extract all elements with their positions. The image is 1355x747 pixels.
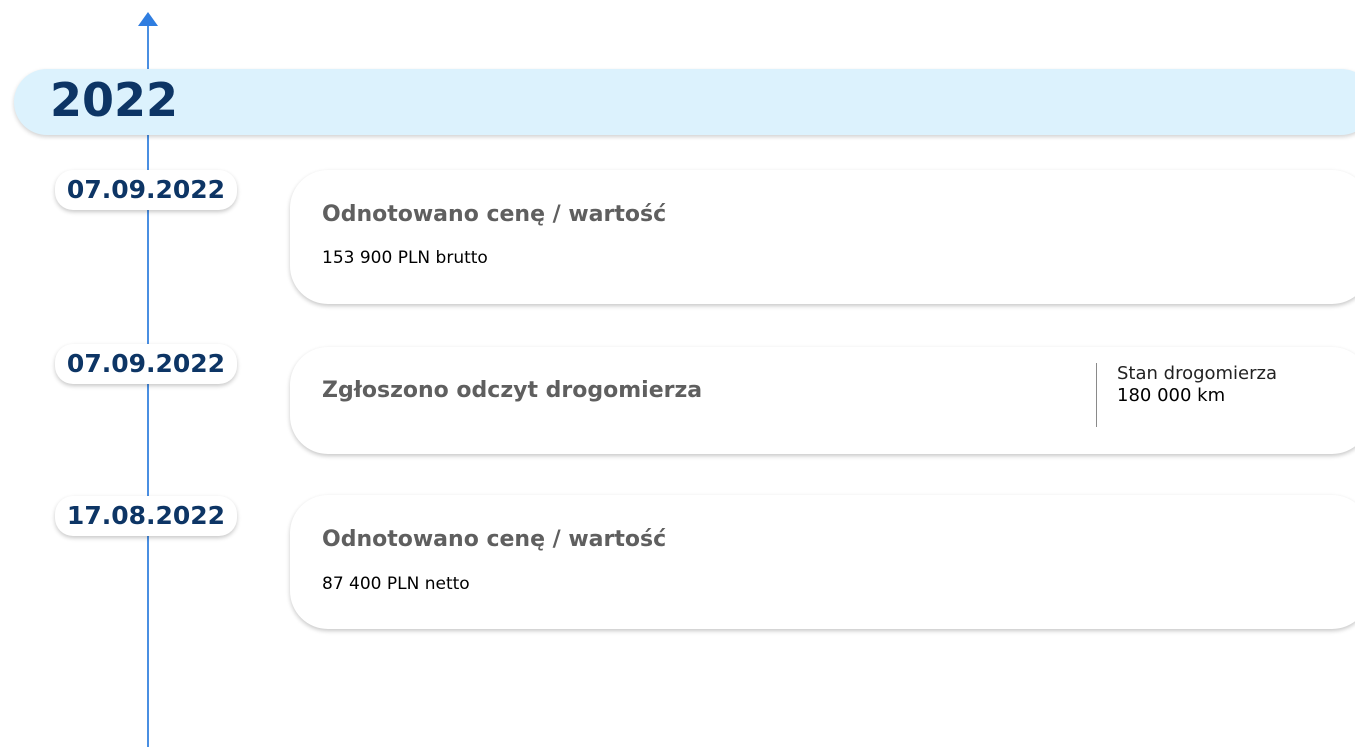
odometer-reading: Stan drogomierza 180 000 km <box>1096 363 1277 427</box>
timeline-page: 2022 07.09.2022 Odnotowano cenę / wartoś… <box>0 0 1355 747</box>
event-title: Zgłoszono odczyt drogomierza <box>322 378 703 403</box>
year-label: 2022 <box>50 73 179 127</box>
event-value: 153 900 PLN brutto <box>322 248 488 268</box>
event-card[interactable]: Odnotowano cenę / wartość 87 400 PLN net… <box>290 495 1355 629</box>
event-card[interactable]: Zgłoszono odczyt drogomierza Stan drogom… <box>290 347 1355 454</box>
event-date: 07.09.2022 <box>55 344 237 384</box>
event-date: 17.08.2022 <box>55 496 237 536</box>
event-title: Odnotowano cenę / wartość <box>322 202 667 227</box>
event-title: Odnotowano cenę / wartość <box>322 527 667 552</box>
event-value: 87 400 PLN netto <box>322 574 470 594</box>
year-header: 2022 <box>14 69 1355 135</box>
arrow-up-icon <box>138 12 158 26</box>
odometer-label: Stan drogomierza <box>1117 363 1278 384</box>
event-date: 07.09.2022 <box>55 170 237 210</box>
event-card[interactable]: Odnotowano cenę / wartość 153 900 PLN br… <box>290 170 1355 304</box>
odometer-value: 180 000 km <box>1117 385 1226 406</box>
